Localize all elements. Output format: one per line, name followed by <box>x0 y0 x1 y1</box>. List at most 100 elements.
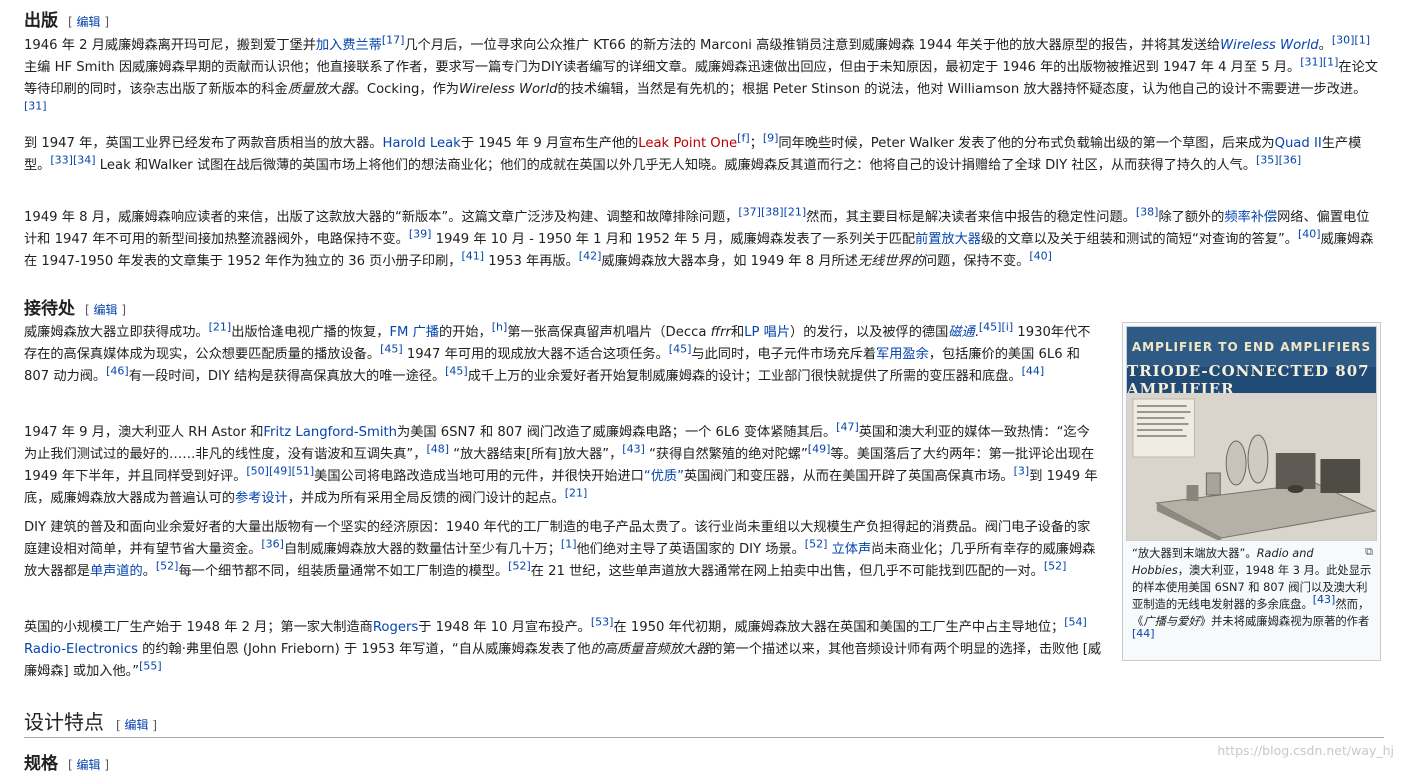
paragraph: 到 1947 年，英国工业界已经发布了两款音质相当的放大器。Harold Lea… <box>24 133 1379 177</box>
text: 有一段时间，DIY 结构是获得高保真放大的唯一途径。 <box>128 369 446 384</box>
link-premium[interactable]: “优质” <box>644 469 684 484</box>
citation[interactable]: [21] <box>784 206 807 219</box>
link-military-surplus[interactable]: 军用盈余 <box>876 347 929 362</box>
link-lp-record[interactable]: LP 唱片 <box>744 325 790 340</box>
citation[interactable]: [31] <box>24 100 47 113</box>
edit-link[interactable]: 编辑 <box>125 718 149 732</box>
text: 。 <box>142 564 156 579</box>
link-wireless-world[interactable]: Wireless World <box>1220 38 1319 53</box>
text: 几个月后，一位寻求向公众推广 KT66 的新方法的 Marconi 高级推销员注… <box>404 38 1221 53</box>
citation[interactable]: [17] <box>382 34 405 47</box>
citation[interactable]: [55] <box>139 660 162 673</box>
magnify-icon[interactable]: ⧉ <box>1365 543 1373 560</box>
citation[interactable]: [45] <box>445 365 468 378</box>
link-fritz-langford-smith[interactable]: Fritz Langford-Smith <box>263 425 397 440</box>
link-quad-ii[interactable]: Quad II <box>1275 136 1322 151</box>
citation[interactable]: [38] <box>1136 206 1159 219</box>
citation[interactable]: [37] <box>738 206 761 219</box>
citation[interactable]: [49] <box>808 443 831 456</box>
text: 威廉姆森放大器立即获得成功。 <box>24 325 209 340</box>
citation[interactable]: [39] <box>409 228 432 241</box>
citation[interactable]: [46] <box>106 365 129 378</box>
link-frequency-compensation[interactable]: 频率补偿 <box>1224 210 1277 225</box>
citation[interactable]: [45] <box>669 343 692 356</box>
text: ，并成为所有采用全局反馈的阀门设计的起点。 <box>287 491 565 506</box>
citation[interactable]: [36] <box>1279 154 1302 167</box>
citation[interactable]: [52] <box>156 560 179 573</box>
link-stereo[interactable]: 立体声 <box>832 542 872 557</box>
text: 。 <box>1318 38 1332 53</box>
citation[interactable]: [43] <box>1313 593 1336 606</box>
citation[interactable]: [36] <box>261 538 284 551</box>
link-rogers[interactable]: Rogers <box>373 620 418 635</box>
citation[interactable]: [31] <box>1300 56 1323 69</box>
citation[interactable]: [44] <box>1132 627 1155 640</box>
citation[interactable]: [45] <box>380 343 403 356</box>
paragraph: 1947 年 9 月，澳大利亚人 RH Astor 和Fritz Langfor… <box>24 422 1102 510</box>
text: 。Cocking，作为 <box>353 82 459 97</box>
text: ； <box>749 136 763 151</box>
link-mono[interactable]: 单声道的 <box>90 564 143 579</box>
citation[interactable]: [43] <box>622 443 645 456</box>
citation[interactable]: [38] <box>761 206 784 219</box>
section-heading-reception: 接待处 [ 编辑 ] <box>24 294 126 319</box>
text: 主编 HF Smith 因威廉姆森早期的贡献而认识他；他直接联系了作者，要求写一… <box>24 60 1301 75</box>
citation[interactable]: [51] <box>292 465 315 478</box>
figure-thumbnail: AMPLIFIER TO END AMPLIFIERS TRIODE-CONNE… <box>1122 322 1381 661</box>
citation[interactable]: [52] <box>508 560 531 573</box>
italic-text: 广播与爱好 <box>1143 615 1200 628</box>
text: 问题，保持不变。 <box>923 254 1030 269</box>
section-heading-publication: 出版 [ 编辑 ] <box>24 6 109 31</box>
citation[interactable]: [41] <box>462 250 485 263</box>
citation[interactable]: [44] <box>1022 365 1045 378</box>
citation[interactable]: [1] <box>1323 56 1339 69</box>
citation[interactable]: [33] <box>50 154 73 167</box>
text: ）的发行，以及被俘的德国 <box>790 325 949 340</box>
text: “获得自然繁殖的绝对陀螺” <box>644 447 808 462</box>
citation[interactable]: [34] <box>73 154 96 167</box>
citation[interactable]: [48] <box>426 443 449 456</box>
citation[interactable]: [45] <box>979 321 1002 334</box>
citation[interactable]: [1] <box>1354 34 1370 47</box>
link-ferranti[interactable]: 加入费兰蒂 <box>316 38 382 53</box>
section-title: 规格 <box>24 754 58 774</box>
edit-section: [ 编辑 ] <box>68 758 110 772</box>
text: 1953 年再版。 <box>484 254 579 269</box>
link-fm-broadcast[interactable]: FM 广播 <box>389 325 439 340</box>
amplifier-photo[interactable]: AMPLIFIER TO END AMPLIFIERS TRIODE-CONNE… <box>1126 326 1377 541</box>
citation[interactable]: [21] <box>209 321 232 334</box>
text: 出版恰逢电视广播的恢复， <box>231 325 390 340</box>
citation[interactable]: [40] <box>1298 228 1321 241</box>
link-radio-electronics[interactable]: Radio-Electronics <box>24 642 138 657</box>
link-leak-point-one[interactable]: Leak Point One <box>638 136 737 151</box>
link-magnetophon[interactable]: 磁通 <box>948 325 974 340</box>
text: 和 <box>730 325 745 340</box>
citation[interactable]: [49] <box>269 465 292 478</box>
link-harold-leak[interactable]: Harold Leak <box>382 136 460 151</box>
citation[interactable]: [50] <box>246 465 269 478</box>
citation[interactable]: [47] <box>836 421 859 434</box>
citation[interactable]: [i] <box>1001 321 1013 334</box>
citation[interactable]: [h] <box>492 321 508 334</box>
citation[interactable]: [40] <box>1029 250 1052 263</box>
link-preamplifier[interactable]: 前置放大器 <box>915 232 981 247</box>
citation[interactable]: [52] <box>1044 560 1067 573</box>
citation[interactable]: [35] <box>1256 154 1279 167</box>
paragraph: 1946 年 2 月威廉姆森离开玛可尼，搬到爱丁堡并加入费兰蒂[17]几个月后，… <box>24 35 1379 123</box>
citation[interactable]: [1] <box>561 538 577 551</box>
citation[interactable]: [f] <box>737 132 749 145</box>
italic-text: 无线世界的 <box>857 254 924 269</box>
amplifier-photo-illustration <box>1127 393 1376 540</box>
citation[interactable]: [3] <box>1014 465 1030 478</box>
citation[interactable]: [54] <box>1064 616 1087 629</box>
edit-link[interactable]: 编辑 <box>94 303 118 317</box>
citation[interactable]: [52] <box>805 538 828 551</box>
citation[interactable]: [42] <box>579 250 602 263</box>
link-reference-design[interactable]: 参考设计 <box>235 491 288 506</box>
citation[interactable]: [30] <box>1332 34 1355 47</box>
citation[interactable]: [9] <box>763 132 779 145</box>
citation[interactable]: [53] <box>591 616 614 629</box>
citation[interactable]: [21] <box>565 487 588 500</box>
text: 的技术编辑，当然是有先机的；根据 Peter Stinson 的说法，他对 Wi… <box>557 82 1367 97</box>
edit-link[interactable]: 编辑 <box>77 15 101 29</box>
